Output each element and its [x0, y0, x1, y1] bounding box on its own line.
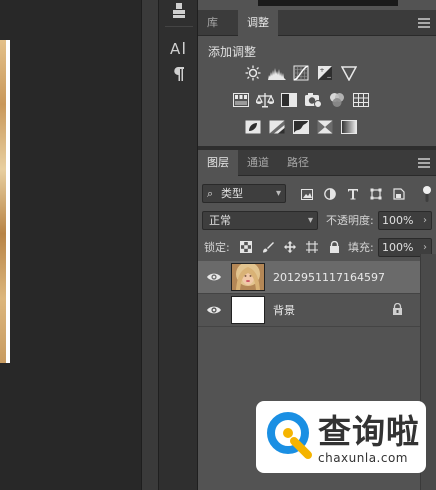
clone-source-icon[interactable]: [168, 0, 190, 22]
fill-value: 100%: [382, 241, 414, 254]
lock-transparent-pixels-icon[interactable]: [237, 238, 255, 256]
exposure-icon[interactable]: + −: [316, 64, 334, 82]
chevron-down-icon: ▾: [275, 188, 281, 199]
layer-thumbnail-white: [231, 296, 265, 324]
filter-smart-object-icon[interactable]: [390, 185, 408, 203]
lock-label: 锁定:: [204, 241, 230, 254]
dock-divider: [165, 26, 193, 27]
adjustments-tabbar: 库 调整: [198, 10, 436, 36]
watermark-logo-icon: [264, 407, 316, 459]
canvas-image[interactable]: [0, 40, 10, 363]
character-icon[interactable]: A: [168, 37, 190, 59]
search-icon: ⌕: [207, 187, 214, 200]
black-white-icon[interactable]: [280, 91, 298, 109]
adjustments-panel: 库 调整 添加调整 + −: [198, 0, 436, 146]
watermark-badge: 查询啦 chaxunla.com: [256, 401, 426, 473]
color-lookup-icon[interactable]: [352, 91, 370, 109]
eye-icon[interactable]: [206, 303, 222, 317]
lock-icon[interactable]: [392, 302, 406, 317]
layer-filter-select[interactable]: ⌕ 类型 ▾: [202, 184, 286, 203]
invert-icon[interactable]: [244, 118, 262, 136]
paragraph-icon[interactable]: [168, 63, 190, 85]
filter-adjustment-icon[interactable]: [321, 185, 339, 203]
vibrance-icon[interactable]: [340, 64, 358, 82]
filter-shape-icon[interactable]: [367, 185, 385, 203]
adjustments-row-3: [198, 118, 436, 140]
levels-icon[interactable]: [268, 64, 286, 82]
eye-icon[interactable]: [206, 270, 222, 284]
tab-layers[interactable]: 图层: [198, 150, 238, 176]
fill-label: 填充:: [348, 241, 374, 254]
watermark-text: 查询啦: [318, 412, 420, 451]
brightness-contrast-icon[interactable]: [244, 64, 262, 82]
canvas-image-content: [0, 40, 6, 363]
threshold-icon[interactable]: [292, 118, 310, 136]
document-canvas[interactable]: [0, 0, 141, 490]
svg-text:A: A: [170, 40, 181, 56]
lock-artboard-icon[interactable]: [303, 238, 321, 256]
lock-all-icon[interactable]: [325, 238, 343, 256]
layers-tabbar: 图层 通道 路径: [198, 150, 436, 176]
top-bar-strip: [258, 0, 398, 6]
chevron-down-icon: ▾: [307, 215, 313, 226]
tab-library[interactable]: 库: [198, 10, 227, 36]
lock-image-pixels-icon[interactable]: [259, 238, 277, 256]
posterize-icon[interactable]: [268, 118, 286, 136]
color-balance-icon[interactable]: [256, 91, 274, 109]
filter-type-icon[interactable]: [344, 185, 362, 203]
hue-saturation-icon[interactable]: [232, 91, 250, 109]
layer-filter-label: 类型: [221, 187, 243, 200]
layer-name[interactable]: 2012951117164597: [273, 261, 385, 294]
adjustments-title: 添加调整: [208, 45, 257, 59]
canvas-scrollbar[interactable]: [141, 0, 158, 490]
blend-mode-value: 正常: [209, 214, 231, 227]
tab-adjustments[interactable]: 调整: [238, 10, 278, 36]
chevron-right-icon[interactable]: ›: [423, 212, 427, 229]
watermark-url: chaxunla.com: [318, 451, 408, 465]
layers-panel-menu-icon[interactable]: [418, 158, 430, 168]
svg-text:−: −: [327, 74, 332, 81]
gradient-map-icon[interactable]: [340, 118, 358, 136]
layer-name[interactable]: 背景: [273, 294, 295, 327]
adjustments-panel-menu-icon[interactable]: [418, 18, 430, 28]
adjustments-row-2: [198, 91, 436, 113]
tab-channels[interactable]: 通道: [238, 150, 278, 176]
channel-mixer-icon[interactable]: [328, 91, 346, 109]
opacity-input[interactable]: 100% ›: [378, 211, 432, 230]
filter-pixel-icon[interactable]: [298, 185, 316, 203]
adjustments-row-1: + −: [198, 64, 436, 86]
opacity-label: 不透明度:: [326, 214, 374, 227]
layer-thumbnail-portrait: [231, 263, 265, 291]
selective-color-icon[interactable]: [316, 118, 334, 136]
tab-paths[interactable]: 路径: [278, 150, 318, 176]
opacity-value: 100%: [382, 214, 414, 227]
layer-row[interactable]: 2012951117164597: [198, 261, 420, 294]
photo-filter-icon[interactable]: [304, 91, 322, 109]
lock-position-icon[interactable]: [281, 238, 299, 256]
curves-icon[interactable]: [292, 64, 310, 82]
svg-text:+: +: [320, 67, 325, 74]
filter-toggle-icon[interactable]: [418, 185, 436, 203]
panel-dock-icons: A: [158, 0, 198, 490]
blend-mode-select[interactable]: 正常 ▾: [202, 211, 318, 230]
layer-row[interactable]: 背景: [198, 294, 420, 327]
